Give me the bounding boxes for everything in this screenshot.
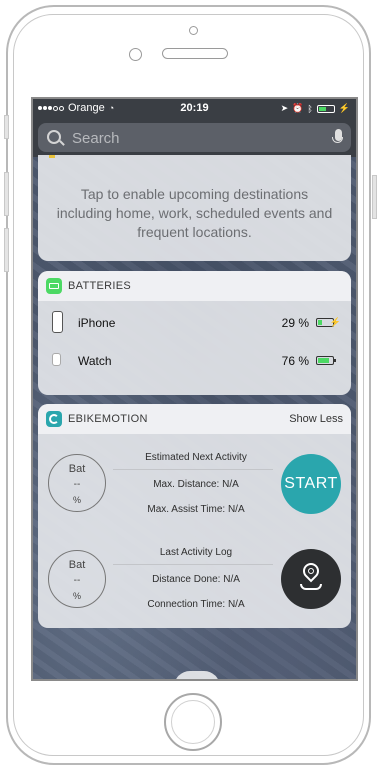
charging-bolt-icon: ⚡ <box>329 317 341 327</box>
destinations-text[interactable]: Tap to enable upcoming destinations incl… <box>56 185 333 242</box>
side-button-volume-down <box>4 228 9 272</box>
iphone-icon <box>52 311 63 333</box>
microphone-icon[interactable] <box>332 129 343 143</box>
watch-icon <box>52 353 61 366</box>
next-activity-heading: Estimated Next Activity <box>145 452 247 463</box>
search-bar-area <box>33 119 356 157</box>
max-distance-text: Max. Distance: N/A <box>153 479 239 490</box>
last-activity-heading: Last Activity Log <box>159 547 233 558</box>
home-button[interactable] <box>164 693 222 751</box>
bluetooth-icon: ᛒ <box>307 103 313 114</box>
ebikemotion-title: EBIKEMOTION <box>68 413 148 425</box>
destinations-widget[interactable]: Tap to enable upcoming destinations incl… <box>38 155 351 261</box>
map-pin-base-icon <box>300 584 322 590</box>
start-button[interactable]: START <box>281 454 341 514</box>
status-battery-icon <box>316 104 335 113</box>
batteries-header[interactable]: BATTERIES <box>38 271 351 301</box>
ebikemotion-header[interactable]: EBIKEMOTION Show Less <box>38 404 351 434</box>
device-row-iphone: iPhone 29 % ⚡ <box>38 307 351 341</box>
battery-ring-next: Bat -- % <box>48 454 106 512</box>
front-camera <box>189 26 198 35</box>
battery-level-icon <box>316 356 336 365</box>
distance-done-text: Distance Done: N/A <box>152 574 240 585</box>
device-name: Watch <box>78 354 112 368</box>
battery-percent: 76 % <box>281 354 309 368</box>
divider <box>113 469 273 470</box>
destinations-icon <box>49 155 55 158</box>
side-button-silent <box>4 115 9 139</box>
divider <box>113 564 273 565</box>
device-row-watch: Watch 76 % <box>38 345 351 379</box>
battery-widget-icon <box>46 278 62 294</box>
search-bar[interactable] <box>38 123 351 152</box>
ring-value: -- <box>73 479 81 490</box>
show-less-button[interactable]: Show Less <box>289 413 343 425</box>
alarm-icon: ⏰ <box>292 103 304 113</box>
ring-label: Bat <box>68 559 86 571</box>
batteries-title: BATTERIES <box>68 280 132 292</box>
search-input[interactable] <box>70 129 324 148</box>
charging-bolt-icon: ⚡ <box>338 103 350 113</box>
ring-label: Bat <box>68 463 86 475</box>
location-arrow-icon: ➤ <box>280 103 289 113</box>
map-button[interactable] <box>281 549 341 609</box>
ring-unit: % <box>72 591 81 601</box>
ebikemotion-widget: EBIKEMOTION Show Less Bat -- % Estimated… <box>38 404 351 628</box>
side-button-power <box>372 175 377 219</box>
side-button-volume-up <box>4 172 9 216</box>
ebikemotion-app-icon <box>46 411 62 427</box>
connection-time-text: Connection Time: N/A <box>147 599 245 610</box>
ring-value: -- <box>73 575 81 586</box>
battery-percent: 29 % <box>281 316 309 330</box>
search-icon <box>47 130 61 144</box>
ring-unit: % <box>72 495 81 505</box>
map-pin-icon <box>299 559 323 583</box>
max-assist-time-text: Max. Assist Time: N/A <box>147 504 245 515</box>
batteries-widget: BATTERIES iPhone 29 % ⚡ Watch 76 % <box>38 271 351 395</box>
screen: Orange ◔ 20:19 ➤ ⏰ ᛒ ⚡ Tap to enable upc… <box>31 97 358 681</box>
status-bar: Orange ◔ 20:19 ➤ ⏰ ᛒ ⚡ <box>33 99 356 119</box>
battery-ring-last: Bat -- % <box>48 550 106 608</box>
earpiece-speaker <box>162 48 228 59</box>
proximity-sensor <box>129 48 142 61</box>
device-name: iPhone <box>78 316 116 330</box>
